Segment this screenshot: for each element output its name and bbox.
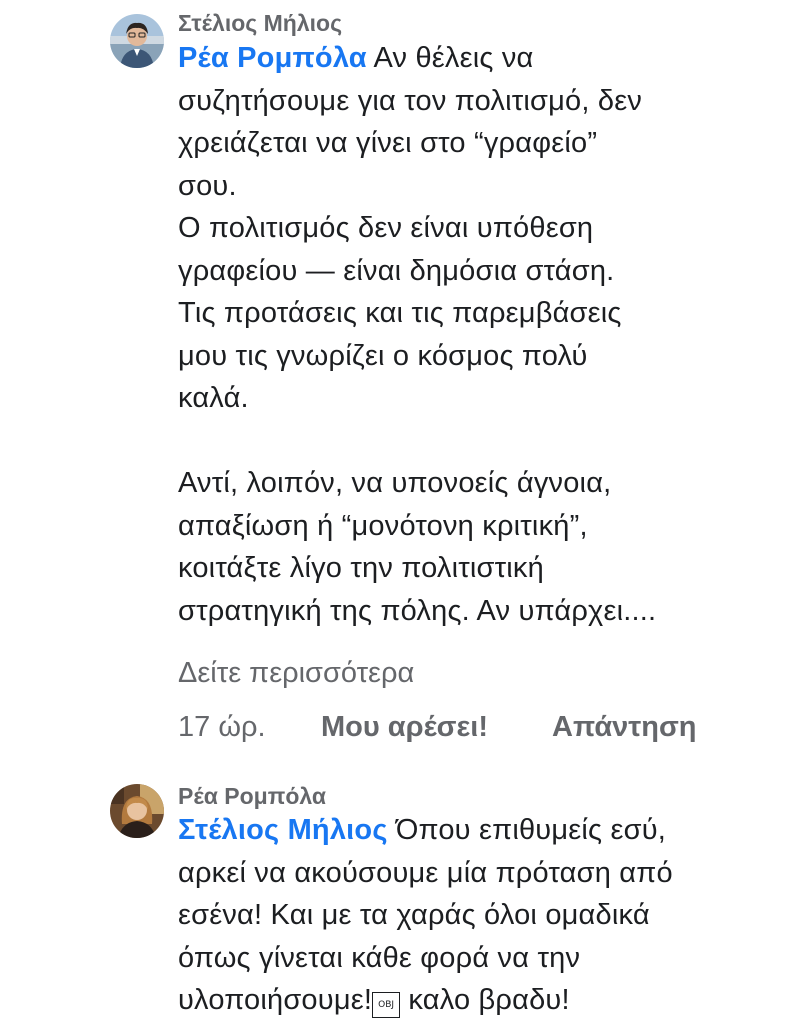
comment-line: Αντί, λοιπόν, να υπονοείς άγνοια, [178, 467, 612, 499]
see-more-link[interactable]: Δείτε περισσότερα [178, 657, 414, 690]
comment-author[interactable]: Ρέα Ρομπόλα [178, 783, 326, 810]
comment-actions: 17 ώρ. Μου αρέσει! Απάντηση [0, 711, 795, 751]
comment-line: Τις προτάσεις και τις παρεμβάσεις [178, 297, 622, 329]
comment-line: καλά. [178, 382, 249, 414]
comment-line: στρατηγική της πόλης. Αν υπάρχει.... [178, 594, 657, 627]
comment-line: μου τις γνωρίζει ο κόσμος πολύ [178, 339, 588, 372]
comment-line: χρειάζεται να γίνει στο “γραφείο” [178, 127, 598, 159]
object-placeholder-icon: OBJ [372, 992, 401, 1018]
avatar[interactable] [110, 14, 164, 68]
comment-line: απαξίωση ή “μονότονη κριτική”, [178, 509, 588, 542]
comment-line: Όπου επιθυμείς εσύ, [387, 814, 667, 846]
comment-line: εσένα! Και με τα χαράς όλοι ομαδικά [178, 899, 650, 931]
comment-author[interactable]: Στέλιος Μήλιος [178, 10, 342, 37]
mention-link[interactable]: Στέλιος Μήλιος [178, 814, 388, 846]
comment-line: κοιτάξτε λίγο την πολιτιστική [178, 552, 544, 584]
comment-body: Ρέα Ρομπόλα Αν θέλεις να συζητήσουμε για… [178, 37, 656, 632]
comment-line: σου. [178, 169, 237, 202]
mention-link[interactable]: Ρέα Ρομπόλα [178, 42, 367, 74]
comment-line: αρκεί να ακούσουμε μία πρόταση από [178, 856, 673, 889]
comment-line: υλοποιήσουμε! [178, 984, 373, 1016]
comment-line: Ο πολιτισμός δεν είναι υπόθεση [178, 212, 594, 244]
like-button[interactable]: Μου αρέσει! [321, 711, 488, 744]
comment-timestamp: 17 ώρ. [178, 711, 266, 743]
reply-button[interactable]: Απάντηση [552, 711, 697, 744]
comment-line: Αν θέλεις να [366, 42, 534, 74]
comment-line: όπως γίνεται κάθε φορά να την [178, 941, 581, 974]
comment-body: Στέλιος Μήλιος Όπου επιθυμείς εσύ, αρκεί… [178, 809, 673, 1022]
comment-line: γραφείου — είναι δημόσια στάση. [178, 254, 615, 287]
person-photo-icon [110, 784, 164, 838]
avatar[interactable] [110, 784, 164, 838]
comment-line: καλο βραδυ! [400, 984, 570, 1016]
comment-line: συζητήσουμε για τον πολιτισμό, δεν [178, 84, 643, 117]
person-photo-icon [110, 14, 164, 68]
